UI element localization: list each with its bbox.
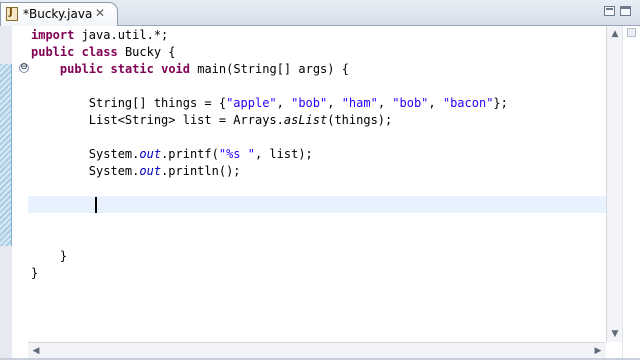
code-token: "apple" [226,96,277,110]
scroll-down-arrow-icon[interactable]: ▼ [607,326,623,342]
close-icon[interactable]: ✕ [93,6,107,20]
code-token: java.util.*; [74,28,169,42]
overview-ruler [622,26,640,360]
code-token: .println(); [161,164,241,178]
fold-collapse-icon[interactable]: ⊖ [19,63,29,73]
code-token: , [276,96,292,110]
code-line[interactable]: System.out.printf("%s ", list); [31,146,313,163]
code-token: class [81,45,118,59]
code-text-area[interactable]: import java.util.*; public class Bucky { … [31,27,603,327]
text-cursor [95,197,97,213]
code-token: , [327,96,342,110]
code-token: main(String[] args) { [190,62,349,76]
code-token: public [31,45,75,59]
code-token: , [377,96,393,110]
code-line[interactable]: } [31,265,38,282]
code-token: out [139,164,162,178]
vertical-scrollbar[interactable]: ▲ ▼ [606,26,622,342]
code-token: .printf( [161,147,219,161]
code-token: "bacon" [442,96,494,110]
code-line[interactable]: } [31,248,67,265]
code-token: , list); [254,147,313,161]
code-token: void [161,62,190,76]
java-file-icon [6,7,18,21]
code-token: System. [31,147,140,161]
code-line[interactable]: public class Bucky { [31,44,176,61]
code-token: Bucky { [117,45,176,59]
scroll-up-arrow-icon[interactable]: ▲ [607,26,623,42]
code-line[interactable]: import java.util.*; [31,27,168,44]
minimize-icon[interactable] [604,6,615,16]
code-line[interactable]: List<String> list = Arrays.asList(things… [31,112,392,129]
code-token: asList [283,113,328,127]
code-token: } [31,249,68,263]
code-token: static [110,62,154,76]
tab-bucky-java[interactable]: *Bucky.java ✕ [0,2,118,26]
quick-diff-change-bar [0,64,12,246]
horizontal-scrollbar[interactable]: ◀ ▶ [28,342,606,358]
code-token: "bob" [291,96,328,110]
tab-label: *Bucky.java [23,7,93,21]
code-token: String[] things = { [31,96,227,110]
code-line[interactable]: System.out.println(); [31,163,241,180]
scroll-left-arrow-icon[interactable]: ◀ [28,343,44,359]
code-editor[interactable]: ⊖ import java.util.*; public class Bucky … [0,26,640,360]
code-token: System. [31,164,140,178]
code-token: }; [493,96,508,110]
code-token: out [139,147,162,161]
maximize-icon[interactable] [620,6,631,16]
code-line[interactable]: String[] things = {"apple", "bob", "ham"… [31,95,508,112]
code-token: import [31,28,75,42]
code-line[interactable]: public static void main(String[] args) { [31,61,349,78]
code-token: "bob" [392,96,429,110]
code-token: (things); [327,113,393,127]
code-token: public [59,62,104,76]
code-token: } [31,266,39,280]
overview-marker-icon[interactable] [627,28,636,37]
code-token: List<String> list = Arrays. [31,113,284,127]
code-token: "%s " [218,147,255,161]
annotation-ruler [12,26,28,360]
editor-tab-bar: *Bucky.java ✕ [0,0,640,26]
scroll-right-arrow-icon[interactable]: ▶ [590,343,606,359]
code-token: "ham" [341,96,378,110]
code-token: , [428,96,443,110]
